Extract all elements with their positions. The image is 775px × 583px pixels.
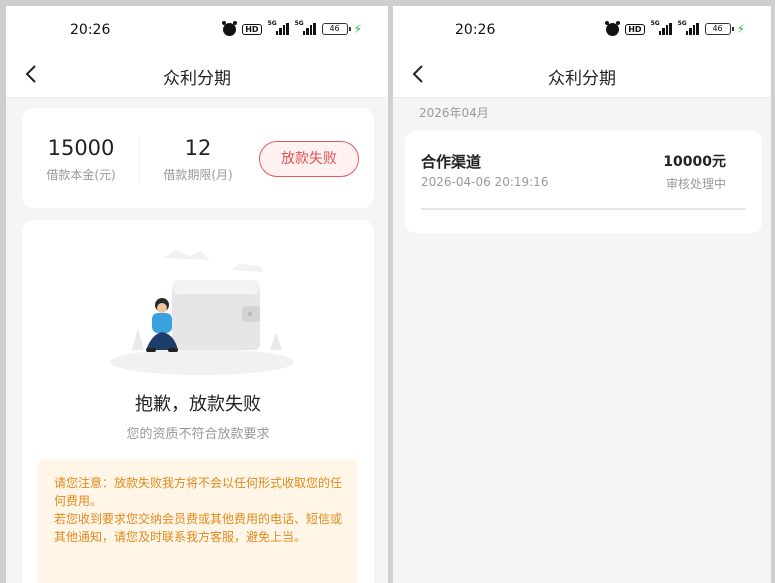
loan-detail-screen: 20:26 HD 5G 5G 46 ⚡ 众利分期 15000 借款本金(元) 1… xyxy=(6,6,388,583)
divider xyxy=(139,136,140,182)
clock: 20:26 xyxy=(455,22,496,38)
failure-subtitle: 您的资质不符合放款要求 xyxy=(126,427,270,442)
battery-icon: 46 xyxy=(704,23,734,35)
system-icons: HD 5G 5G 46 ⚡ xyxy=(222,20,362,36)
failure-title: 抱歉，放款失败 xyxy=(135,394,261,415)
divider xyxy=(421,208,746,210)
page-title: 众利分期 xyxy=(548,69,616,89)
warning-notice: 请您注意：放款失败我方将不会以任何形式收取您的任何费用。 若您收到要求您交纳会员… xyxy=(38,460,358,583)
loan-records-screen: 20:26 HD 5G 5G 46 ⚡ 众利分期 2026年04月 合作渠道 2… xyxy=(393,6,771,583)
record-channel: 合作渠道 xyxy=(421,153,482,171)
notice-line: 若您收到要求您交纳会员费或其他费用的电话、短信或其他通知，请您及时联系我方客服，… xyxy=(54,512,343,544)
term-label: 借款期限(月) xyxy=(163,168,233,182)
status-bar: 20:26 HD 5G 5G 46 ⚡ xyxy=(393,6,771,52)
nav-bar: 众利分期 xyxy=(393,52,771,98)
principal-value: 15000 xyxy=(47,136,115,160)
status-bar: 20:26 HD 5G 5G 46 ⚡ xyxy=(6,6,388,52)
loan-summary-card: 15000 借款本金(元) 12 借款期限(月) 放款失败 xyxy=(22,108,374,208)
system-icons: HD 5G 5G 46 ⚡ xyxy=(605,20,745,36)
signal-icon: 5G xyxy=(678,21,699,35)
signal-icon: 5G xyxy=(651,21,672,35)
charging-icon: ⚡ xyxy=(736,22,745,36)
list-item[interactable]: 合作渠道 2026-04-06 20:19:16 10000元 审核处理中 xyxy=(405,131,762,233)
hd-icon: HD xyxy=(625,23,645,35)
charging-icon: ⚡ xyxy=(353,22,362,36)
record-status: 审核处理中 xyxy=(665,177,726,191)
loan-status-button[interactable]: 放款失败 xyxy=(259,141,359,177)
clock: 20:26 xyxy=(70,22,111,38)
principal-label: 借款本金(元) xyxy=(46,168,116,182)
term-value: 12 xyxy=(184,136,212,160)
record-amount: 10000元 xyxy=(663,154,726,170)
month-header: 2026年04月 xyxy=(419,106,489,120)
signal-icon: 5G xyxy=(268,21,289,35)
alarm-icon xyxy=(605,20,621,36)
alarm-icon xyxy=(222,20,238,36)
notice-line: 请您注意：放款失败我方将不会以任何形式收取您的任何费用。 xyxy=(54,476,343,508)
failure-illustration xyxy=(110,250,294,375)
term-stat: 12 借款期限(月) xyxy=(143,136,253,183)
record-datetime: 2026-04-06 20:19:16 xyxy=(421,175,549,189)
nav-bar: 众利分期 xyxy=(6,52,388,98)
principal-stat: 15000 借款本金(元) xyxy=(26,136,136,183)
hd-icon: HD xyxy=(242,23,262,35)
signal-icon: 5G xyxy=(295,21,316,35)
battery-icon: 46 xyxy=(321,23,351,35)
page-title: 众利分期 xyxy=(163,69,231,89)
failure-card: 抱歉，放款失败 您的资质不符合放款要求 请您注意：放款失败我方将不会以任何形式收… xyxy=(22,220,374,583)
screenshot-frame: 20:26 HD 5G 5G 46 ⚡ 众利分期 15000 借款本金(元) 1… xyxy=(0,0,775,583)
